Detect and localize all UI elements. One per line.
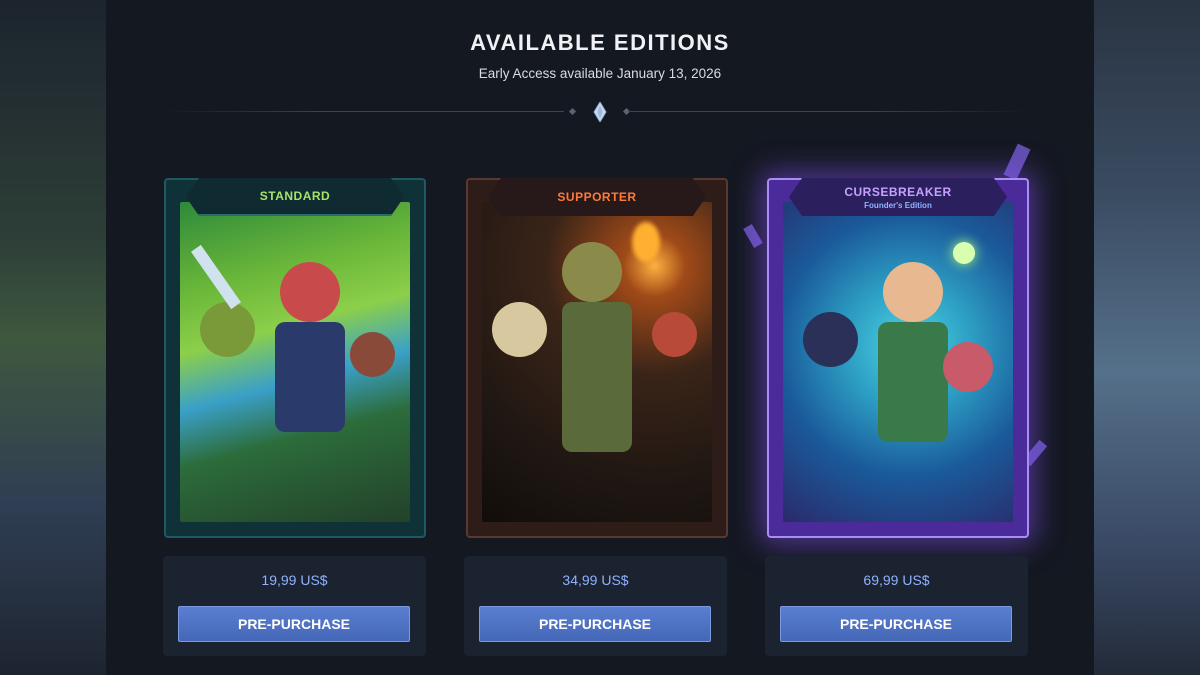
price-label: 19,99 US$ [261,572,328,588]
warrior-figure [492,302,547,357]
pre-purchase-button-supporter[interactable]: PRE-PURCHASE [479,606,711,642]
pre-purchase-button-standard[interactable]: PRE-PURCHASE [178,606,410,642]
diamond-gem-icon [593,102,607,122]
price-label: 69,99 US$ [863,572,930,588]
edition-subtitle: Founder's Edition [864,200,932,210]
edition-card-cursebreaker[interactable]: CURSEBREAKER Founder's Edition [767,178,1029,538]
page-title: AVAILABLE EDITIONS [470,30,730,55]
hero-figure [280,262,340,322]
divider-right [628,111,1028,112]
edition-card-standard[interactable]: STANDARD [164,178,426,538]
price-panel-supporter: 34,99 US$ PRE-PURCHASE [464,556,727,656]
dancer-figure [943,342,993,392]
price-panel-standard: 19,99 US$ PRE-PURCHASE [163,556,426,656]
edition-name: SUPPORTER [557,190,637,204]
divider-left [164,111,564,112]
dwarf-figure [350,332,395,377]
rogue-figure [652,312,697,357]
heroine-body [878,322,948,442]
supporter-artwork [482,202,712,522]
ranger-body [562,302,632,452]
fairy-icon [953,242,975,264]
edition-tab-supporter: SUPPORTER [488,178,706,216]
druid-figure [200,302,255,357]
cursebreaker-artwork [783,202,1013,522]
pre-purchase-button-cursebreaker[interactable]: PRE-PURCHASE [780,606,1012,642]
torch-flame-icon [632,222,660,262]
background-blur-right [1092,0,1200,675]
background-blur-left [0,0,108,675]
edition-tab-standard: STANDARD [186,178,404,216]
heroine-figure [883,262,943,322]
ninja-figure [803,312,858,367]
sword-icon [191,244,241,310]
edition-name: STANDARD [259,189,331,203]
price-label: 34,99 US$ [562,572,629,588]
standard-artwork [180,202,410,522]
hero-body [275,322,345,432]
edition-card-supporter[interactable]: SUPPORTER [466,178,728,538]
price-panel-cursebreaker: 69,99 US$ PRE-PURCHASE [765,556,1028,656]
early-access-date: Early Access available January 13, 2026 [478,66,722,81]
ranger-figure [562,242,622,302]
edition-name: CURSEBREAKER [844,184,952,199]
edition-tab-cursebreaker: CURSEBREAKER Founder's Edition [789,178,1007,216]
